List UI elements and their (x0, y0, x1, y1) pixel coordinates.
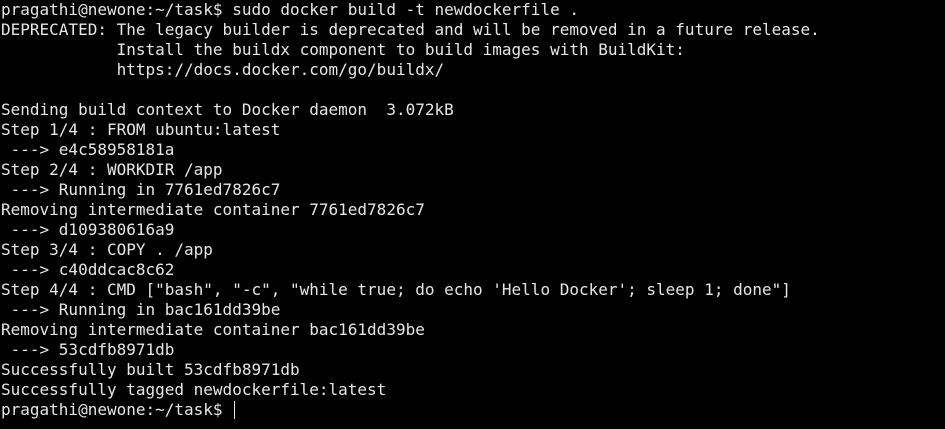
terminal-line: Step 2/4 : WORKDIR /app (1, 160, 223, 179)
terminal-line: ---> 53cdfb8971db (1, 340, 175, 359)
terminal-window[interactable]: pragathi@newone:~/task$ sudo docker buil… (0, 0, 945, 429)
terminal-line: Install the buildx component to build im… (1, 40, 685, 59)
shell-prompt: pragathi@newone:~/task$ (1, 400, 233, 419)
terminal-line: ---> Running in 7761ed7826c7 (1, 180, 281, 199)
terminal-line: Removing intermediate container bac161dd… (1, 320, 425, 339)
terminal-line: pragathi@newone:~/task$ sudo docker buil… (1, 0, 579, 19)
terminal-line: Sending build context to Docker daemon 3… (1, 100, 454, 119)
text-cursor (234, 401, 236, 419)
terminal-line: ---> Running in bac161dd39be (1, 300, 281, 319)
terminal-line: Step 4/4 : CMD ["bash", "-c", "while tru… (1, 280, 791, 299)
prompt-line[interactable]: pragathi@newone:~/task$ (0, 400, 945, 420)
terminal-line: Removing intermediate container 7761ed78… (1, 200, 425, 219)
terminal-line: DEPRECATED: The legacy builder is deprec… (1, 20, 820, 39)
terminal-line: Step 3/4 : COPY . /app (1, 240, 213, 259)
terminal-line: ---> e4c58958181a (1, 140, 175, 159)
terminal-line: ---> d109380616a9 (1, 220, 175, 239)
terminal-line: https://docs.docker.com/go/buildx/ (1, 60, 445, 79)
terminal-line: Successfully built 53cdfb8971db (1, 360, 300, 379)
terminal-line: Successfully tagged newdockerfile:latest (1, 380, 387, 399)
terminal-line: Step 1/4 : FROM ubuntu:latest (1, 120, 281, 139)
terminal-line: ---> c40ddcac8c62 (1, 260, 175, 279)
